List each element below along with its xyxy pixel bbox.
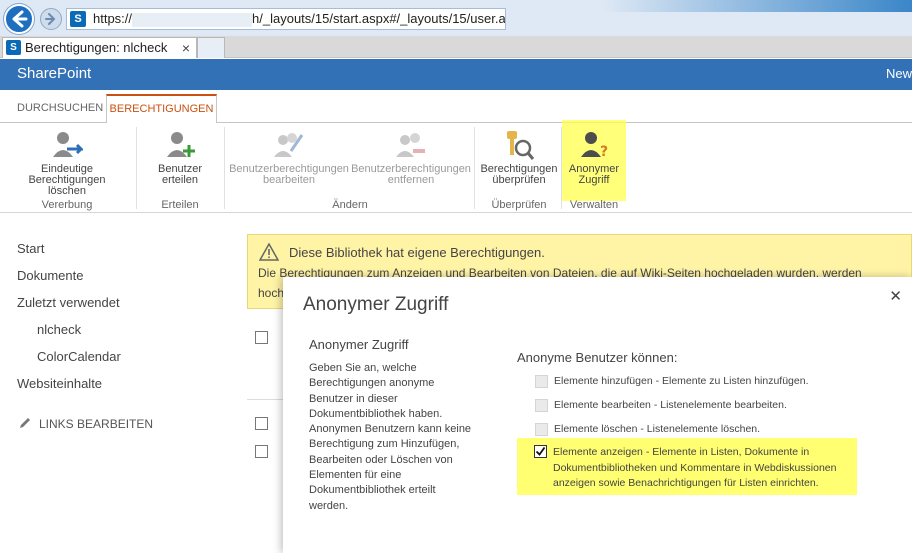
arrow-right-icon (45, 13, 56, 25)
description-line: Benutzer in dieser (309, 392, 398, 405)
nav-item-nlcheck[interactable]: nlcheck (37, 322, 81, 337)
anonymous-user-icon: ? (578, 129, 610, 161)
group-label-inheritance: Vererbung (41, 199, 93, 211)
option-view-items: Elemente anzeigen - Elemente in Listen, … (534, 445, 846, 492)
list-row-checkbox[interactable] (255, 417, 268, 430)
nav-item-site-contents[interactable]: Websiteinhalte (17, 376, 102, 391)
group-label-change: Ändern (332, 199, 368, 211)
suitebar-new-link[interactable]: New (886, 66, 912, 81)
description-line: Berechtigung zum Hinzufügen, (309, 438, 460, 451)
edit-links-link[interactable]: LINKS BEARBEITEN (39, 417, 153, 431)
browser-tab-bar: S Berechtigungen: nlcheck × (0, 36, 912, 58)
ribbon: Eindeutige Berechtigungen löschen Vererb… (0, 123, 912, 213)
browser-toolbar: S https:// h/_layouts/15/start.aspx#/_lay… (0, 0, 912, 36)
warning-icon (258, 242, 280, 266)
section-description: Geben Sie an, welche Berechtigungen anon… (309, 361, 484, 514)
grant-permissions-button[interactable]: Benutzer erteilen (140, 129, 220, 186)
close-icon[interactable]: ✕ (889, 287, 902, 305)
left-navigation: Start Dokumente Zuletzt verwendet nlchec… (0, 214, 240, 553)
sharepoint-brand[interactable]: SharePoint (17, 65, 91, 82)
description-line: Bearbeiten oder Löschen von (309, 453, 453, 466)
list-divider (247, 399, 287, 400)
check-permissions-button[interactable]: Berechtigungen überprüfen (478, 129, 560, 186)
edit-user-permissions-button[interactable]: Benutzerberechtigungen bearbeiten (228, 129, 350, 186)
arrow-left-icon (12, 10, 28, 28)
anonymous-access-button[interactable]: ? Anonymer Zugriff (562, 129, 626, 186)
remove-user-permissions-button[interactable]: Benutzerberechtigungen entfernen (350, 129, 472, 186)
tab-permissions[interactable]: BERECHTIGUNGEN (106, 94, 217, 124)
ribbon-tab-strip: DURCHSUCHEN BERECHTIGUNGEN (0, 90, 912, 124)
button-label-line2: erteilen (161, 174, 199, 186)
group-label-check: Überprüfen (491, 199, 547, 211)
group-separator (474, 127, 475, 209)
users-remove-icon (51, 129, 85, 161)
delete-unique-permissions-button[interactable]: Eindeutige Berechtigungen löschen (2, 129, 132, 197)
view-items-checkbox[interactable] (534, 445, 547, 458)
tab-close-icon[interactable]: × (182, 38, 190, 58)
svg-text:?: ? (600, 144, 608, 160)
suite-bar: SharePoint New (0, 59, 912, 90)
edit-items-checkbox[interactable] (535, 399, 548, 412)
add-items-checkbox[interactable] (535, 375, 548, 388)
checkmark-icon (535, 446, 546, 456)
option-label-line: anzeigen sowie Benachrichtigungen für Li… (553, 477, 819, 489)
edit-links-pencil-icon (19, 417, 31, 432)
description-line: werden. (309, 499, 349, 512)
option-label-line: Elemente anzeigen - Elemente in Listen, … (553, 446, 810, 458)
list-row-checkbox[interactable] (255, 445, 268, 458)
button-label-line1: Eindeutige Berechtigungen (28, 163, 106, 186)
description-line: Dokumentbibliothek erteilt (309, 484, 436, 497)
group-separator (224, 127, 225, 209)
key-search-icon (503, 129, 535, 161)
button-label-line2: überprüfen (492, 174, 546, 186)
nav-item-recent[interactable]: Zuletzt verwendet (17, 295, 120, 310)
new-tab-button[interactable] (197, 37, 225, 58)
section-title: Anonymer Zugriff (309, 337, 409, 352)
tab-browse[interactable]: DURCHSUCHEN (17, 102, 103, 114)
sharepoint-favicon-icon: S (70, 11, 86, 27)
nav-item-colorcalendar[interactable]: ColorCalendar (37, 349, 121, 364)
button-label-line2: entfernen (387, 174, 435, 186)
option-label-line: Dokumentbibliotheken und Kommentare in W… (553, 461, 837, 474)
nav-item-start[interactable]: Start (17, 241, 44, 256)
address-bar[interactable]: S https:// h/_layouts/15/start.aspx#/_lay… (66, 8, 506, 30)
url-redacted (132, 12, 253, 27)
url-prefix: https:// (93, 11, 133, 26)
group-label-manage: Verwalten (569, 199, 619, 211)
notice-title: Diese Bibliothek hat eigene Berechtigung… (289, 245, 545, 260)
nav-item-documents[interactable]: Dokumente (17, 268, 83, 283)
url-suffix: h/_layouts/15/start.aspx#/_layouts/15/us… (252, 11, 506, 26)
description-line: Elementen für eine (309, 469, 402, 482)
option-label: Elemente löschen - Listenelemente lösche… (554, 423, 761, 435)
description-line: Anonymen Benutzern kann keine (309, 423, 472, 436)
button-label-line2: löschen (48, 185, 86, 197)
anonymous-users-can-heading: Anonyme Benutzer können: (517, 350, 678, 365)
forward-button[interactable] (40, 8, 62, 30)
browser-tab[interactable]: S Berechtigungen: nlcheck × (2, 37, 197, 58)
button-label-line2: bearbeiten (263, 174, 315, 186)
browser-decoration (600, 0, 912, 12)
group-separator (136, 127, 137, 209)
list-row-checkbox[interactable] (255, 331, 268, 344)
sharepoint-favicon-icon: S (6, 40, 21, 55)
description-line: Berechtigungen anonyme (309, 377, 435, 390)
option-label: Elemente bearbeiten - Listenelemente bea… (554, 399, 787, 411)
group-label-grant: Erteilen (161, 199, 199, 211)
anonymous-access-dialog: Anonymer Zugriff ✕ Anonymer Zugriff Gebe… (283, 277, 912, 553)
dialog-title: Anonymer Zugriff (303, 294, 449, 315)
users-edit-icon (273, 129, 305, 161)
description-line: Dokumentbibliothek haben. (309, 407, 443, 420)
delete-items-checkbox[interactable] (535, 423, 548, 436)
notice-text-continued: hoch (258, 286, 285, 300)
button-label-line2: Zugriff (578, 174, 610, 186)
option-label: Elemente hinzufügen - Elemente zu Listen… (554, 375, 809, 387)
description-line: Geben Sie an, welche (309, 362, 417, 374)
users-delete-icon (395, 129, 427, 161)
tab-title: Berechtigungen: nlcheck (25, 40, 168, 55)
back-button[interactable] (4, 4, 34, 34)
user-add-icon (164, 129, 196, 161)
